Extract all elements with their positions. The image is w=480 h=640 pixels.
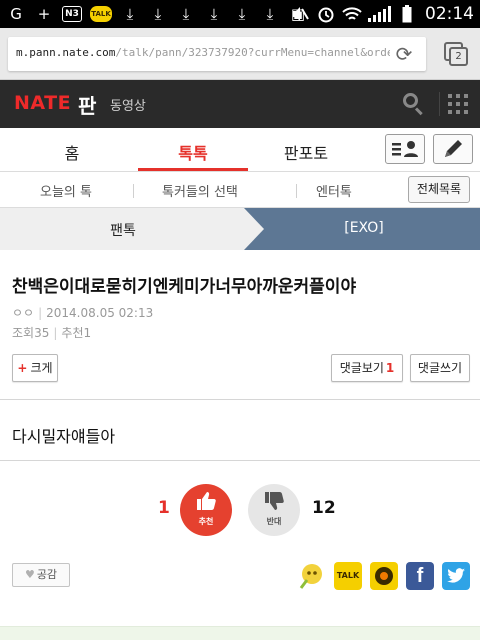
apps-grid-icon[interactable] (448, 94, 468, 114)
thumbs-down-icon (265, 492, 284, 510)
subnav-talkers-pick[interactable]: 톡커들의 선택 (162, 181, 238, 200)
upvote-count: 1 (158, 498, 170, 518)
signal-strength-icon (368, 6, 391, 22)
system-icons: 02:14 (290, 4, 474, 24)
url-path: /talk/pann/323737920?currMenu=channel&or… (115, 46, 390, 59)
reload-icon[interactable]: ⟳ (392, 42, 416, 66)
kakaostory-icon[interactable] (370, 562, 398, 590)
views-count: 35 (34, 326, 50, 340)
content-divider (0, 399, 480, 400)
clock: 02:14 (425, 4, 474, 24)
wifi-icon (342, 4, 362, 24)
download-icon: ⤓ (126, 4, 134, 23)
video-link[interactable]: 동영상 (110, 95, 146, 114)
url-field[interactable]: m.pann.nate.com/talk/pann/323737920?curr… (8, 37, 426, 71)
breadcrumb-arrow (244, 208, 264, 250)
profile-list-icon (392, 141, 418, 157)
header-divider (439, 92, 440, 116)
nate-logo[interactable]: NATE (14, 92, 71, 114)
browser-toolbar: m.pann.nate.com/talk/pann/323737920?curr… (0, 28, 480, 80)
category-current-label[interactable]: [EXO] (264, 220, 464, 236)
search-icon[interactable] (402, 92, 426, 116)
download-icon: ⤓ (210, 4, 218, 23)
main-nav: 홈 톡톡 판포토 (0, 128, 480, 172)
meta-separator: | (38, 306, 43, 320)
download-icon: ⤓ (266, 4, 274, 23)
recommend-count: 1 (83, 326, 92, 340)
pencil-icon (445, 140, 462, 157)
site-header: NATE 판 동영상 (0, 80, 480, 128)
enlarge-text-button[interactable]: + 크게 (12, 354, 58, 382)
alarm-icon (316, 4, 336, 24)
post-body: 다시밀자얘들아 (12, 427, 116, 446)
upvote-button[interactable]: 추천 (180, 484, 232, 536)
downvote-label: 반대 (266, 517, 282, 526)
enlarge-label: 크게 (30, 361, 53, 375)
heart-icon: ♥ (24, 568, 35, 581)
yozm-icon[interactable] (297, 562, 325, 590)
write-reply-button[interactable]: 댓글쓰기 (410, 354, 470, 382)
meta-separator: | (53, 326, 58, 340)
android-status-bar: G + N3 TALK ⤓ ⤓ ⤓ ⤓ ⤓ ⤓ ▣ 02:14 (0, 0, 480, 28)
post-date: 2014.08.05 02:13 (46, 306, 154, 320)
footer-strip (0, 626, 480, 640)
active-tab-indicator (138, 168, 248, 171)
subnav-separator (296, 184, 297, 198)
all-list-button[interactable]: 전체목록 (408, 176, 470, 203)
empathy-button[interactable]: ♥ 공감 (12, 563, 70, 587)
nav-pannphoto[interactable]: 판포토 (256, 140, 356, 164)
write-button[interactable] (433, 134, 473, 164)
post-author: ㅇㅇ (12, 306, 35, 320)
n3-badge-icon: N3 (62, 6, 82, 22)
post-author-date: ㅇㅇ | 2014.08.05 02:13 (12, 304, 153, 321)
recommend-label: 추천 (61, 326, 84, 340)
nav-toktok[interactable]: 톡톡 (143, 140, 243, 164)
battery-icon (397, 4, 417, 24)
reply-count: 1 (385, 361, 395, 375)
nav-home[interactable]: 홈 (22, 140, 122, 164)
tabs-count: 2 (449, 47, 468, 66)
mute-icon (290, 4, 310, 24)
category-parent-label[interactable]: 팬톡 (0, 220, 246, 240)
my-page-button[interactable] (385, 134, 425, 164)
view-replies-button[interactable]: 댓글보기 1 (331, 354, 403, 382)
pann-section-title[interactable]: 판 (78, 90, 96, 119)
subnav-separator (133, 184, 134, 198)
view-replies-label: 댓글보기 (339, 361, 384, 375)
url-host: m.pann.nate.com (16, 46, 116, 59)
g-app-icon: G (10, 4, 22, 23)
notification-icons: G + N3 TALK ⤓ ⤓ ⤓ ⤓ ⤓ ⤓ ▣ (6, 4, 308, 24)
subnav-entertainment-talk[interactable]: 엔터톡 (316, 181, 352, 200)
kakaotalk-notification-icon: TALK (90, 6, 112, 22)
downvote-count: 12 (312, 498, 336, 518)
downvote-button[interactable]: 반대 (248, 484, 300, 536)
kakaotalk-icon[interactable]: TALK (334, 562, 362, 590)
content-divider (0, 460, 480, 461)
plus-icon: + (17, 361, 28, 375)
download-icon: ⤓ (238, 4, 246, 23)
category-breadcrumb: 팬톡 [EXO] (0, 208, 480, 250)
upvote-label: 추천 (198, 517, 214, 526)
views-label: 조회 (12, 326, 35, 340)
post-stats: 조회35 | 추천1 (12, 324, 91, 341)
empathy-label: 공감 (36, 568, 58, 581)
thumbs-up-icon (197, 492, 216, 510)
plus-circle-icon: + (37, 4, 51, 23)
sub-nav: 오늘의 톡 톡커들의 선택 엔터톡 전체목록 (0, 172, 480, 208)
subnav-today-talk[interactable]: 오늘의 톡 (40, 181, 92, 200)
download-icon: ⤓ (154, 4, 162, 23)
twitter-icon[interactable] (442, 562, 470, 590)
tabs-button[interactable]: 2 (444, 42, 468, 66)
facebook-icon[interactable]: f (406, 562, 434, 590)
url-text[interactable]: m.pann.nate.com/talk/pann/323737920?curr… (16, 46, 390, 59)
post-title: 찬백은이대로묻히기엔케미가너무아까운커플이야 (12, 277, 357, 297)
download-icon: ⤓ (182, 4, 190, 23)
